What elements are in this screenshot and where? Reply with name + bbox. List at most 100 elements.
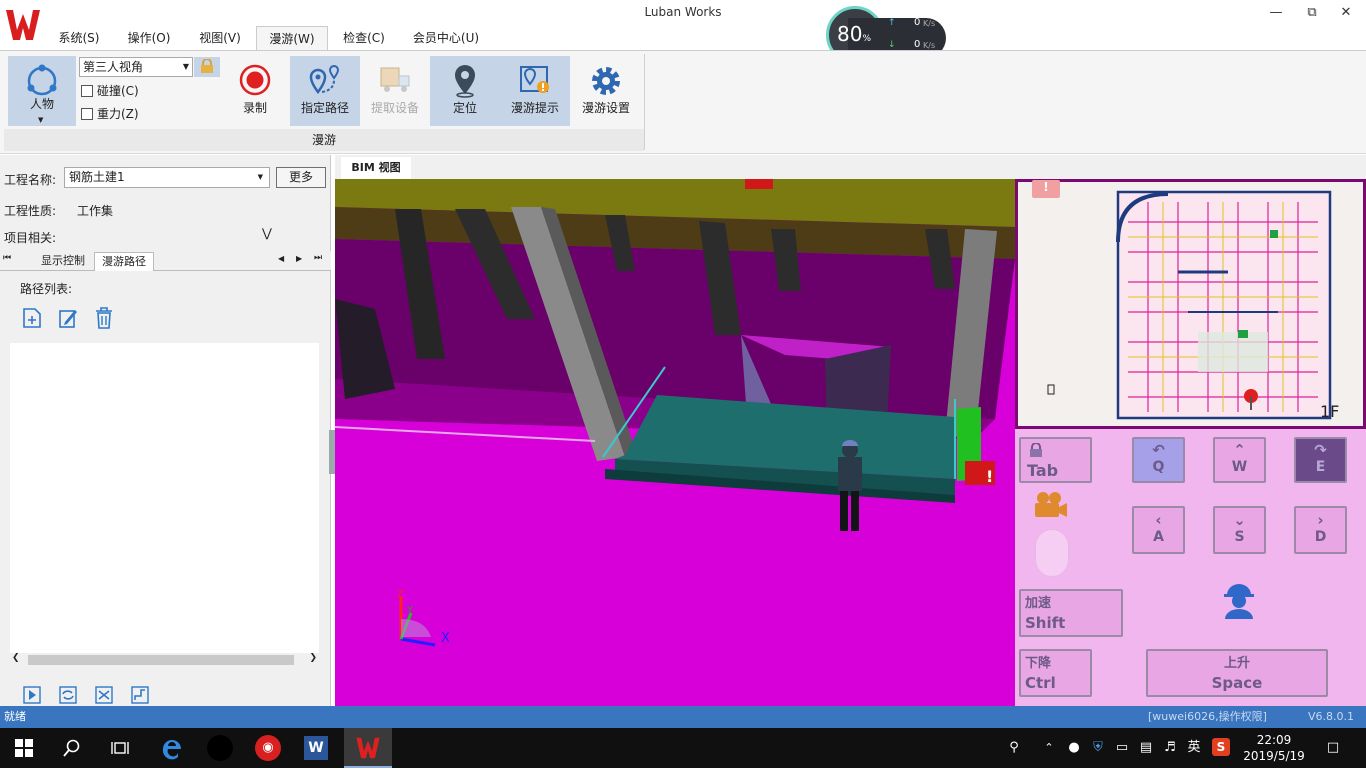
extract-device-button[interactable]: 提取设备 (364, 56, 426, 126)
network-icon[interactable]: ▤ (1136, 728, 1156, 768)
sogou-ime-icon[interactable]: S (1210, 728, 1232, 768)
warning-marker-icon[interactable]: ! (965, 461, 995, 486)
project-type-label: 工程性质: (4, 204, 57, 218)
camera-icon[interactable] (1033, 491, 1069, 519)
path-edit-icon[interactable] (131, 686, 149, 704)
floor-label: 1F (1320, 402, 1340, 421)
locate-button[interactable]: 定位 (430, 56, 500, 126)
close-button[interactable]: ✕ (1326, 2, 1366, 24)
character-button[interactable]: 人物 ▼ (8, 56, 76, 126)
q-key-button[interactable]: ↶ Q (1132, 437, 1185, 483)
tray-expand-icon[interactable]: ⌃ (1040, 728, 1058, 768)
menu-tab-roam[interactable]: 漫游(W) (256, 26, 328, 50)
top-warning-marker-icon[interactable] (745, 179, 773, 189)
record-icon (239, 64, 271, 96)
axis-z-label: Z (397, 589, 404, 600)
windows-icon (15, 739, 33, 757)
search-button[interactable] (48, 728, 96, 768)
path-list[interactable] (10, 343, 319, 653)
project-type-value: 工作集 (77, 204, 114, 218)
roam-settings-button[interactable]: 漫游设置 (574, 56, 638, 126)
status-bar: 就绪 [wuwei6026,操作权限] V6.8.0.1 (0, 706, 1366, 728)
lock-view-button[interactable] (194, 57, 220, 77)
edge-browser-button[interactable] (148, 728, 196, 768)
search-icon (63, 739, 80, 757)
music-icon: ◉ (255, 735, 281, 761)
record-button[interactable]: 录制 (228, 56, 282, 126)
play-icon[interactable] (23, 686, 41, 704)
notification-icon[interactable]: □ (1318, 728, 1348, 768)
menu-tab-operation[interactable]: 操作(O) (120, 26, 178, 50)
minimap[interactable]: 1F ! (1015, 179, 1366, 429)
chevron-right-icon: › (1317, 511, 1324, 529)
expand-chevron-icon[interactable]: ⋁ (262, 226, 272, 240)
minimize-button[interactable]: — (1256, 2, 1296, 24)
tab-key-button[interactable]: Tab (1019, 437, 1092, 483)
rotate-right-icon: ↷ (1314, 441, 1327, 459)
clock[interactable]: 22:09 2019/5/19 (1238, 728, 1310, 768)
roam-tips-button[interactable]: 漫游提示 (500, 56, 570, 126)
worker-icon[interactable] (1221, 579, 1257, 619)
view-mode-select[interactable]: 第三人视角 ▼ (79, 57, 193, 77)
menu-tab-view[interactable]: 视图(V) (192, 26, 248, 50)
s-key-button[interactable]: ⌄ S (1213, 506, 1266, 554)
path-pin-icon (309, 65, 340, 95)
app-circle-button[interactable] (196, 728, 244, 768)
minimap-warning-icon[interactable]: ! (1032, 180, 1060, 198)
edit-path-icon[interactable] (58, 307, 78, 329)
shield-icon[interactable]: ⛨ (1088, 728, 1108, 768)
tab-bim-view[interactable]: BIM 视图 (341, 157, 411, 179)
delete-path-icon[interactable] (94, 307, 114, 329)
chevron-left-icon: ‹ (1155, 511, 1162, 529)
tab-display-control[interactable]: 显示控制 (34, 252, 92, 271)
ctrl-key-button[interactable]: 下降 Ctrl (1019, 649, 1092, 697)
collision-checkbox[interactable]: 碰撞(C) (81, 82, 139, 99)
scroll-left-icon[interactable]: ❮ (12, 653, 20, 663)
last-tab-icon[interactable]: ⏭ (314, 253, 322, 263)
scrollbar-thumb[interactable] (28, 655, 294, 665)
netease-music-button[interactable]: ◉ (244, 728, 292, 768)
roam-tips-icon (520, 66, 549, 93)
e-key-button[interactable]: ↷ E (1294, 437, 1347, 483)
volume-icon[interactable]: ♬ (1160, 728, 1180, 768)
axis-x-label: X (441, 631, 450, 646)
project-name-select[interactable]: 钢筋土建1 ▼ (64, 167, 270, 188)
more-button[interactable]: 更多 (276, 167, 326, 188)
next-tab-icon[interactable]: ▶ (296, 254, 302, 263)
a-key-button[interactable]: ‹ A (1132, 506, 1185, 554)
mouse-icon[interactable] (1035, 529, 1069, 577)
space-key-button[interactable]: 上升 Space (1146, 649, 1328, 697)
gravity-checkbox[interactable]: 重力(Z) (81, 105, 139, 122)
menu-tab-member[interactable]: 会员中心(U) (404, 26, 488, 50)
first-tab-icon[interactable]: ⏮ (3, 253, 11, 263)
people-icon[interactable]: ⚲ (1002, 728, 1026, 768)
prev-tab-icon[interactable]: ◀ (278, 254, 284, 263)
chevron-down-icon: ▼ (38, 116, 44, 124)
menu-tab-check[interactable]: 检查(C) (336, 26, 392, 50)
menu-tab-system[interactable]: 系统(S) (52, 26, 106, 50)
windows-taskbar: ◉ W ⚲ ⌃ ● ⛨ ▭ ▤ ♬ 英 S 22:09 2019/5/19 □ (0, 728, 1366, 768)
viewport-tab-bar: BIM 视图 (335, 155, 1366, 179)
luban-works-taskbar-button[interactable] (344, 728, 392, 768)
ime-indicator[interactable]: 英 (1184, 728, 1204, 768)
start-button[interactable] (0, 728, 48, 768)
scroll-right-icon[interactable]: ❯ (309, 653, 317, 663)
shuffle-icon[interactable] (95, 686, 113, 704)
clock-date: 2019/5/19 (1243, 749, 1305, 763)
task-view-button[interactable] (96, 728, 144, 768)
d-key-button[interactable]: › D (1294, 506, 1347, 554)
title-bar: Luban Works — ⧉ ✕ (0, 0, 1366, 26)
specify-path-button[interactable]: 指定路径 (290, 56, 360, 126)
axis-y-label: Y (407, 605, 414, 616)
w-key-button[interactable]: ⌃ W (1213, 437, 1266, 483)
add-path-icon[interactable] (22, 307, 42, 329)
horizontal-scrollbar[interactable]: ❮ ❯ (10, 653, 319, 667)
battery-icon[interactable]: ▭ (1112, 728, 1132, 768)
loop-icon[interactable] (59, 686, 77, 704)
qq-icon[interactable]: ● (1064, 728, 1084, 768)
location-pin-icon (455, 65, 475, 98)
shift-key-button[interactable]: 加速 Shift (1019, 589, 1123, 637)
word-button[interactable]: W (292, 728, 340, 768)
tab-roam-path[interactable]: 漫游路径 (94, 252, 154, 271)
left-panel: 工程名称: 钢筋土建1 ▼ 更多 工程性质: 工作集 项目相关: ⋁ ⏮ 显示控… (0, 155, 331, 706)
